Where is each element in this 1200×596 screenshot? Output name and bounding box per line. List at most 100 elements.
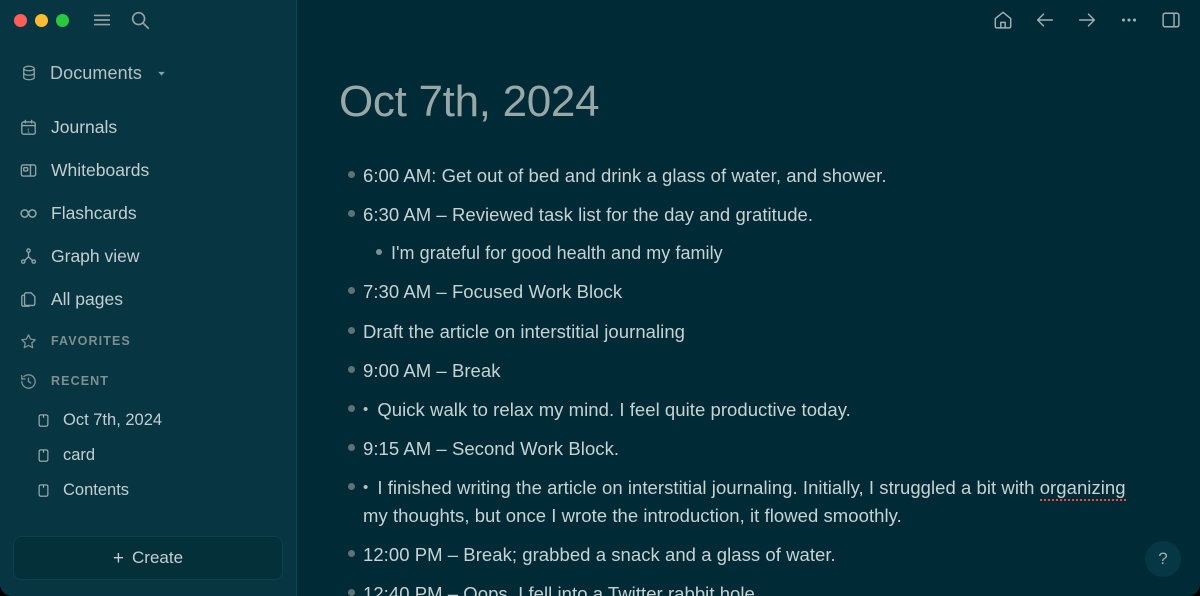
block-text-with-spellcheck[interactable]: • I finished writing the article on inter… <box>363 474 1153 530</box>
main-content: Oct 7th, 2024 6:00 AM: Get out of bed an… <box>297 0 1200 596</box>
pages-icon <box>18 289 39 310</box>
right-sidebar-toggle-icon[interactable] <box>1158 7 1184 33</box>
sidebar-item-label: Flashcards <box>51 203 137 223</box>
block-list: 6:00 AM: Get out of bed and drink a glas… <box>339 156 1200 596</box>
arrow-right-icon[interactable] <box>1074 7 1100 33</box>
recent-item-label: card <box>63 446 96 464</box>
svg-text:1: 1 <box>27 128 30 134</box>
block-text-with-inline-bullet[interactable]: • Quick walk to relax my mind. I feel qui… <box>363 396 851 424</box>
plus-icon: + <box>112 547 125 569</box>
block-item[interactable]: • I finished writing the article on inter… <box>339 469 1200 536</box>
left-sidebar: Documents 1 Journals Whiteboards Flashca… <box>0 0 297 596</box>
block-item[interactable]: 9:00 AM – Break <box>339 351 1200 390</box>
star-icon <box>18 331 39 352</box>
sidebar-footer: + Create <box>0 536 296 596</box>
sidebar-item-label: Whiteboards <box>51 160 150 180</box>
block-item[interactable]: 6:00 AM: Get out of bed and drink a glas… <box>339 156 1200 195</box>
recent-item-contents[interactable]: Contents <box>0 473 296 508</box>
block-text: Quick walk to relax my mind. I feel quit… <box>377 398 851 420</box>
more-dots-icon[interactable] <box>1116 7 1142 33</box>
infinity-icon <box>18 203 39 224</box>
sidebar-section-label: RECENT <box>51 374 109 388</box>
page-icon <box>34 482 52 500</box>
window-titlebar <box>0 0 296 40</box>
block-item[interactable]: 12:00 PM – Break; grabbed a snack and a … <box>339 536 1200 575</box>
block-text[interactable]: 9:15 AM – Second Work Block. <box>363 435 619 463</box>
bullet-icon[interactable] <box>339 201 363 217</box>
inline-bullet-glyph: • <box>363 400 369 418</box>
block-text[interactable]: I'm grateful for good health and my fami… <box>391 240 723 267</box>
minimize-window-button[interactable] <box>35 13 48 27</box>
recent-item-oct-7th-2024[interactable]: Oct 7th, 2024 <box>0 403 296 438</box>
graph-icon <box>18 246 39 267</box>
block-text-tail: my thoughts, but once I wrote the introd… <box>363 505 902 527</box>
block-text[interactable]: 12:00 PM – Break; grabbed a snack and a … <box>363 541 836 569</box>
help-button[interactable]: ? <box>1145 541 1181 577</box>
search-icon[interactable] <box>125 5 155 35</box>
block-text[interactable]: 7:30 AM – Focused Work Block <box>363 278 622 306</box>
bullet-icon[interactable] <box>339 474 363 491</box>
block-item[interactable]: • Quick walk to relax my mind. I feel qui… <box>339 390 1200 429</box>
block-text[interactable]: 9:00 AM – Break <box>363 357 501 385</box>
sidebar-nav: 1 Journals Whiteboards Flashcards Graph … <box>0 106 296 508</box>
home-icon[interactable] <box>990 7 1016 33</box>
bullet-icon[interactable] <box>339 318 363 334</box>
sidebar-section-label: FAVORITES <box>51 334 131 348</box>
block-text[interactable]: 12:40 PM – Oops, I fell into a Twitter r… <box>363 580 755 596</box>
page-title[interactable]: Oct 7th, 2024 <box>339 77 1200 126</box>
misspelled-word[interactable]: organizing <box>1039 477 1126 502</box>
arrow-left-icon[interactable] <box>1032 7 1058 33</box>
recent-item-label: Oct 7th, 2024 <box>63 411 163 429</box>
bullet-icon[interactable] <box>339 162 363 178</box>
block-item-child[interactable]: I'm grateful for good health and my fami… <box>339 235 1200 273</box>
bullet-icon[interactable] <box>339 580 363 596</box>
repo-name: Documents <box>50 62 142 83</box>
help-button-label: ? <box>1158 549 1168 568</box>
sidebar-item-whiteboards[interactable]: Whiteboards <box>0 149 296 192</box>
recent-pages-list: Oct 7th, 2024 card Contents <box>0 403 296 508</box>
sidebar-item-graph-view[interactable]: Graph view <box>0 235 296 278</box>
bullet-icon[interactable] <box>339 396 363 412</box>
block-text[interactable]: Draft the article on interstitial journa… <box>363 318 685 346</box>
block-text[interactable]: 6:30 AM – Reviewed task list for the day… <box>363 201 813 229</box>
block-item[interactable]: Draft the article on interstitial journa… <box>339 312 1200 351</box>
sidebar-item-flashcards[interactable]: Flashcards <box>0 192 296 235</box>
sidebar-item-label: All pages <box>51 289 123 309</box>
recent-item-label: Contents <box>63 481 130 499</box>
bullet-icon[interactable] <box>339 435 363 451</box>
block-item[interactable]: 12:40 PM – Oops, I fell into a Twitter r… <box>339 575 1200 596</box>
block-item[interactable]: 9:15 AM – Second Work Block. <box>339 429 1200 468</box>
traffic-lights <box>14 13 69 27</box>
page-icon <box>34 412 52 430</box>
bullet-icon[interactable] <box>339 357 363 373</box>
journal-document: Oct 7th, 2024 6:00 AM: Get out of bed an… <box>297 40 1200 596</box>
bullet-icon[interactable] <box>367 240 391 256</box>
bullet-icon[interactable] <box>339 278 363 295</box>
chevron-down-icon[interactable] <box>155 67 168 80</box>
bullet-icon[interactable] <box>339 541 363 558</box>
sidebar-item-all-pages[interactable]: All pages <box>0 278 296 321</box>
block-text: I finished writing the article on inters… <box>377 477 1040 499</box>
block-item[interactable]: 7:30 AM – Focused Work Block <box>339 273 1200 312</box>
block-item[interactable]: 6:30 AM – Reviewed task list for the day… <box>339 196 1200 235</box>
repo-selector[interactable]: Documents <box>0 54 296 92</box>
calendar-icon: 1 <box>18 117 39 138</box>
block-text[interactable]: 6:00 AM: Get out of bed and drink a glas… <box>363 162 887 190</box>
sidebar-item-label: Journals <box>51 117 118 137</box>
sidebar-item-journals[interactable]: 1 Journals <box>0 106 296 149</box>
sidebar-section-recent[interactable]: RECENT <box>0 361 296 401</box>
page-icon <box>34 447 52 465</box>
app-window: Documents 1 Journals Whiteboards Flashca… <box>0 0 1200 596</box>
history-icon <box>18 371 39 392</box>
top-toolbar <box>297 0 1200 40</box>
create-button-label: Create <box>132 548 184 567</box>
hamburger-icon[interactable] <box>87 5 117 35</box>
close-window-button[interactable] <box>14 13 27 27</box>
database-icon <box>18 63 39 84</box>
create-button[interactable]: + Create <box>13 536 283 580</box>
sidebar-item-label: Graph view <box>51 246 140 266</box>
whiteboard-icon <box>18 160 39 181</box>
sidebar-section-favorites[interactable]: FAVORITES <box>0 321 296 361</box>
recent-item-card[interactable]: card <box>0 438 296 473</box>
maximize-window-button[interactable] <box>56 13 69 27</box>
